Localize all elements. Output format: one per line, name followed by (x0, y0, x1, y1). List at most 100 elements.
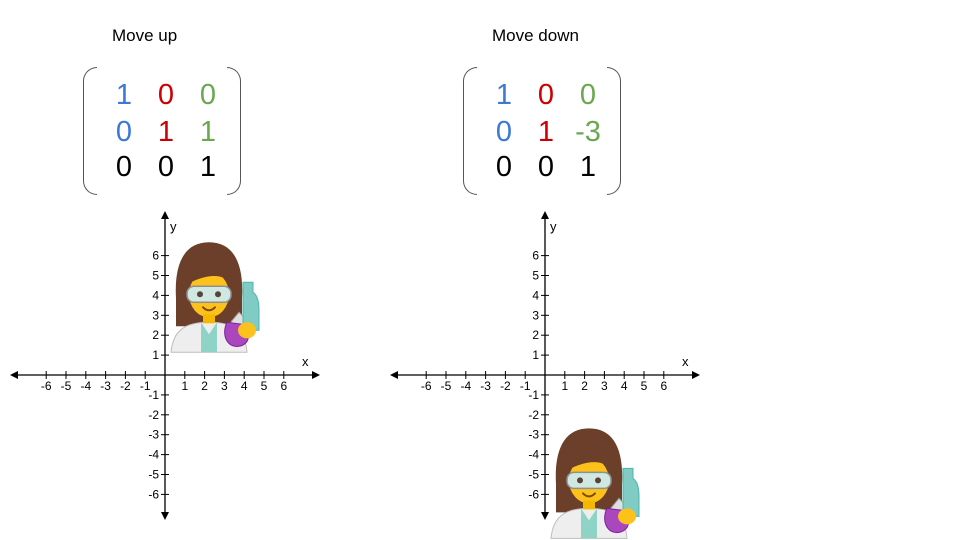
y-axis-label: y (170, 219, 177, 234)
eye-shape (577, 477, 583, 484)
matrix-cell: 1 (579, 151, 597, 183)
panel-title: Move down (492, 26, 579, 45)
y-tick-label: -5 (528, 468, 539, 482)
x-tick-label: -3 (100, 379, 111, 393)
matrix-cell: 1 (199, 116, 217, 148)
y-tick-label: 3 (532, 308, 539, 322)
x-tick-label: 4 (621, 379, 628, 393)
y-tick-label: 4 (532, 288, 539, 302)
y-tick-label: 2 (152, 328, 159, 342)
matrix-cell: 0 (495, 116, 513, 148)
goggles-shape (566, 471, 612, 490)
matrix-right-bracket (227, 67, 241, 195)
panel-title: Move up (112, 26, 178, 45)
y-tick-label: -3 (148, 428, 159, 442)
y-tick-label: 6 (532, 249, 539, 263)
matrix-cell: -3 (575, 116, 601, 148)
goggles-shape (186, 285, 232, 304)
x-tick-label: -3 (480, 379, 491, 393)
x-axis-arrow-left (390, 371, 398, 379)
x-tick-label: 6 (280, 379, 287, 393)
y-axis-arrow-up (541, 211, 549, 219)
y-tick-label: -6 (528, 487, 539, 501)
x-tick-label: -2 (500, 379, 511, 393)
x-tick-label: -4 (80, 379, 91, 393)
matrix-cell: 0 (157, 79, 175, 111)
neck-shape (583, 500, 595, 510)
y-axis-arrow-down (541, 512, 549, 520)
y-tick-label: -4 (148, 448, 159, 462)
x-tick-label: -6 (41, 379, 52, 393)
matrix-cell: 0 (199, 79, 217, 111)
x-axis-arrow-left (10, 371, 18, 379)
y-tick-label: -5 (148, 468, 159, 482)
matrix-cell: 0 (157, 151, 175, 183)
transformation-matrix: 1 0 0 0 1 -3 0 0 1 (463, 67, 621, 195)
x-tick-label: -5 (441, 379, 452, 393)
y-tick-label: 5 (532, 269, 539, 283)
panel-move-up: Move up 100011001 x y -6 -5 -4 -3 -2 -1 1 2 3 4 5 6 6 5… (0, 0, 380, 540)
x-tick-label: 1 (561, 379, 568, 393)
matrix-cell: 0 (115, 151, 133, 183)
scientist-woman-emoji-icon (170, 242, 260, 353)
y-tick-label: 6 (152, 249, 159, 263)
x-tick-label: -4 (460, 379, 471, 393)
y-tick-label: 5 (152, 269, 159, 283)
x-tick-label: 6 (660, 379, 667, 393)
matrix-cell: 1 (199, 151, 217, 183)
x-axis-label: x (302, 354, 309, 369)
eye-shape (197, 291, 203, 298)
eye-shape (215, 291, 221, 298)
transformation-matrix: 100011001 (83, 67, 241, 195)
matrix-cell: 1 (115, 79, 133, 111)
scientist-woman-emoji-icon (550, 428, 640, 539)
y-tick-label: 1 (152, 348, 159, 362)
x-tick-label: 5 (261, 379, 268, 393)
y-tick-label: 3 (152, 308, 159, 322)
matrix-left-bracket (463, 67, 477, 195)
matrix-left-bracket (83, 67, 97, 195)
matrix-cell: 0 (579, 79, 597, 111)
x-tick-label: 2 (581, 379, 588, 393)
matrix-cell: 0 (537, 151, 555, 183)
neck-shape (203, 314, 215, 324)
x-tick-label: 4 (241, 379, 248, 393)
x-axis-label: x (682, 354, 689, 369)
panel-move-down: Move down 1 0 0 0 1 -3 0 0 1 x y -6 -5 -4 -3 -2 -1 1 2 3 4 5… (380, 0, 760, 540)
coordinate-plane: xy-6 -5 -4 -3 -2 -1 1 2 3 4 5 6654321-1-2-3-4-5-6 (10, 211, 320, 520)
y-axis-arrow-down (161, 512, 169, 520)
eye-shape (595, 477, 601, 484)
x-axis-arrow-right (692, 371, 700, 379)
y-tick-label: -2 (148, 408, 159, 422)
y-tick-label: -1 (148, 388, 159, 402)
hand-shape (618, 508, 636, 525)
y-tick-label: -6 (148, 487, 159, 501)
x-tick-label: 3 (221, 379, 228, 393)
y-tick-label: -2 (528, 408, 539, 422)
y-axis-label: y (550, 219, 557, 234)
x-tick-label: 3 (601, 379, 608, 393)
matrix-cell: 1 (157, 116, 175, 148)
x-tick-label: -2 (120, 379, 131, 393)
x-tick-label: 1 (181, 379, 188, 393)
matrix-cell: 1 (537, 116, 555, 148)
x-tick-label: 2 (201, 379, 208, 393)
y-tick-label: 4 (152, 288, 159, 302)
y-axis-arrow-up (161, 211, 169, 219)
hand-shape (238, 322, 256, 339)
matrix-right-bracket (607, 67, 621, 195)
y-tick-label: -4 (528, 448, 539, 462)
matrix-cell: 0 (115, 116, 133, 148)
coordinate-plane: xy-6 -5 -4 -3 -2 -1 1 2 3 4 5 6654321-1-2-3-4-5-6 (390, 211, 700, 539)
matrix-cell: 1 (495, 79, 513, 111)
y-tick-label: -3 (528, 428, 539, 442)
x-tick-label: 5 (641, 379, 648, 393)
x-tick-label: -5 (61, 379, 72, 393)
x-axis-arrow-right (312, 371, 320, 379)
y-tick-label: 1 (532, 348, 539, 362)
matrix-cell: 0 (495, 151, 513, 183)
x-tick-label: -6 (421, 379, 432, 393)
y-tick-label: -1 (528, 388, 539, 402)
matrix-cell: 0 (537, 79, 555, 111)
y-tick-label: 2 (532, 328, 539, 342)
